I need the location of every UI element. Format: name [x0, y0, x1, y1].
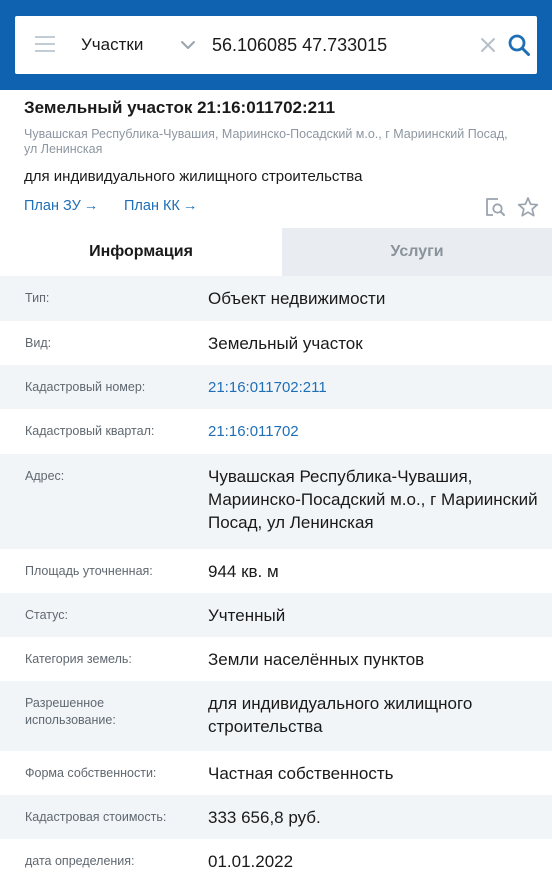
info-row-type: Тип: Объект недвижимости	[0, 276, 552, 321]
object-title: Земельный участок 21:16:011702:211	[24, 98, 336, 117]
tab-services[interactable]: Услуги	[282, 228, 552, 276]
info-row-valuation-date: дата определения: 01.01.2022	[0, 839, 552, 884]
row-label: Статус:	[25, 608, 68, 622]
menu-icon[interactable]	[35, 36, 55, 52]
info-row-permitted-use: Разрешенное использование: для индивидуа…	[0, 681, 552, 751]
top-bar: Участки	[0, 0, 552, 90]
row-label: Кадастровый квартал:	[25, 424, 155, 438]
clear-icon[interactable]	[479, 36, 497, 54]
row-label: Тип:	[25, 291, 50, 305]
info-row-land-category: Категория земель: Земли населённых пункт…	[0, 637, 552, 681]
info-row-cadastral-number: Кадастровый номер: 21:16:011702:211	[0, 365, 552, 409]
row-value: 333 656,8 руб.	[208, 808, 321, 827]
row-label: Площадь уточненная:	[25, 564, 153, 578]
row-label: Кадастровая стоимость:	[25, 810, 167, 824]
cadastral-number-link[interactable]: 21:16:011702:211	[208, 376, 538, 399]
info-row-ownership: Форма собственности: Частная собственнос…	[0, 751, 552, 795]
row-value: Земельный участок	[208, 334, 363, 353]
layer-select[interactable]: Участки	[81, 16, 143, 74]
search-box: Участки	[15, 16, 537, 74]
info-row-area: Площадь уточненная: 944 кв. м	[0, 549, 552, 593]
star-icon[interactable]	[517, 196, 539, 218]
search-icon[interactable]	[507, 33, 531, 57]
info-row-kind: Вид: Земельный участок	[0, 321, 552, 365]
document-search-icon[interactable]	[484, 196, 506, 218]
cadastral-quarter-link[interactable]: 21:16:011702	[208, 420, 538, 443]
row-value: Учтенный	[208, 606, 286, 625]
chevron-down-icon[interactable]	[179, 36, 197, 54]
row-value: 944 кв. м	[208, 562, 279, 581]
arrow-right-icon: →	[182, 198, 198, 214]
row-value: Земли населённых пунктов	[208, 650, 425, 669]
plan-zu-link[interactable]: План ЗУ →	[24, 198, 98, 214]
search-input[interactable]	[212, 28, 467, 62]
row-label: Вид:	[25, 336, 52, 350]
row-value: Частная собственность	[208, 764, 394, 783]
info-row-cadastral-quarter: Кадастровый квартал: 21:16:011702	[0, 409, 552, 454]
plan-zu-label: План ЗУ	[24, 198, 81, 214]
row-value: для индивидуального жилищного строительс…	[208, 694, 473, 736]
row-label: Разрешенное использование:	[25, 696, 116, 727]
arrow-right-icon: →	[83, 198, 99, 214]
info-table: Тип: Объект недвижимости Вид: Земельный …	[0, 276, 552, 884]
info-row-address: Адрес: Чувашская Республика-Чувашия, Мар…	[0, 454, 552, 549]
info-row-status: Статус: Учтенный	[0, 593, 552, 637]
plan-kk-link[interactable]: План КК →	[124, 198, 197, 214]
row-label: Кадастровый номер:	[25, 380, 146, 394]
plan-kk-label: План КК	[124, 198, 180, 214]
row-value: Чувашская Республика-Чувашия, Мариинско-…	[208, 467, 538, 532]
object-card: Земельный участок 21:16:011702:211 Чуваш…	[0, 90, 552, 228]
row-label: Форма собственности:	[25, 766, 157, 780]
info-row-cadastral-value: Кадастровая стоимость: 333 656,8 руб.	[0, 795, 552, 839]
row-value: 01.01.2022	[208, 852, 294, 871]
object-usage: для индивидуального жилищного строительс…	[24, 168, 363, 185]
row-label: Адрес:	[25, 469, 65, 483]
row-label: дата определения:	[25, 854, 135, 868]
row-value: Объект недвижимости	[208, 289, 386, 308]
tab-bar: Информация Услуги	[0, 228, 552, 276]
row-label: Категория земель:	[25, 652, 132, 666]
object-address: Чувашская Республика-Чувашия, Мариинско-…	[24, 127, 508, 156]
tab-info[interactable]: Информация	[0, 228, 282, 276]
